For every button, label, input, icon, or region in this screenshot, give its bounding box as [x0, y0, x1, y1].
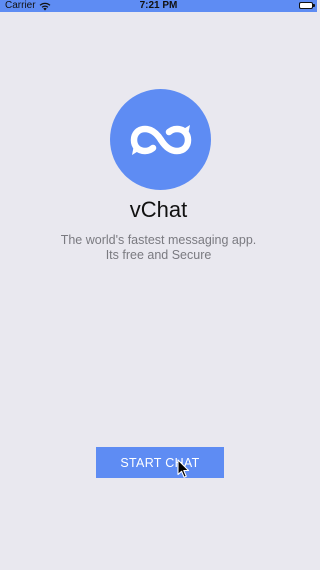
infinity-chat-icon: [130, 124, 191, 155]
app-tagline: The world's fastest messaging app. Its f…: [0, 233, 317, 263]
app-logo: [110, 89, 211, 190]
status-time: 7:21 PM: [139, 0, 178, 11]
battery-icon: [299, 2, 315, 9]
status-bar: Carrier 7:21 PM: [0, 0, 317, 12]
tagline-line-1: The world's fastest messaging app.: [60, 233, 257, 247]
mouse-cursor-icon: [177, 459, 190, 478]
start-chat-button[interactable]: START CHAT: [96, 447, 224, 478]
tagline-line-2: Its free and Secure: [105, 248, 212, 262]
app-name: vChat: [129, 197, 188, 222]
